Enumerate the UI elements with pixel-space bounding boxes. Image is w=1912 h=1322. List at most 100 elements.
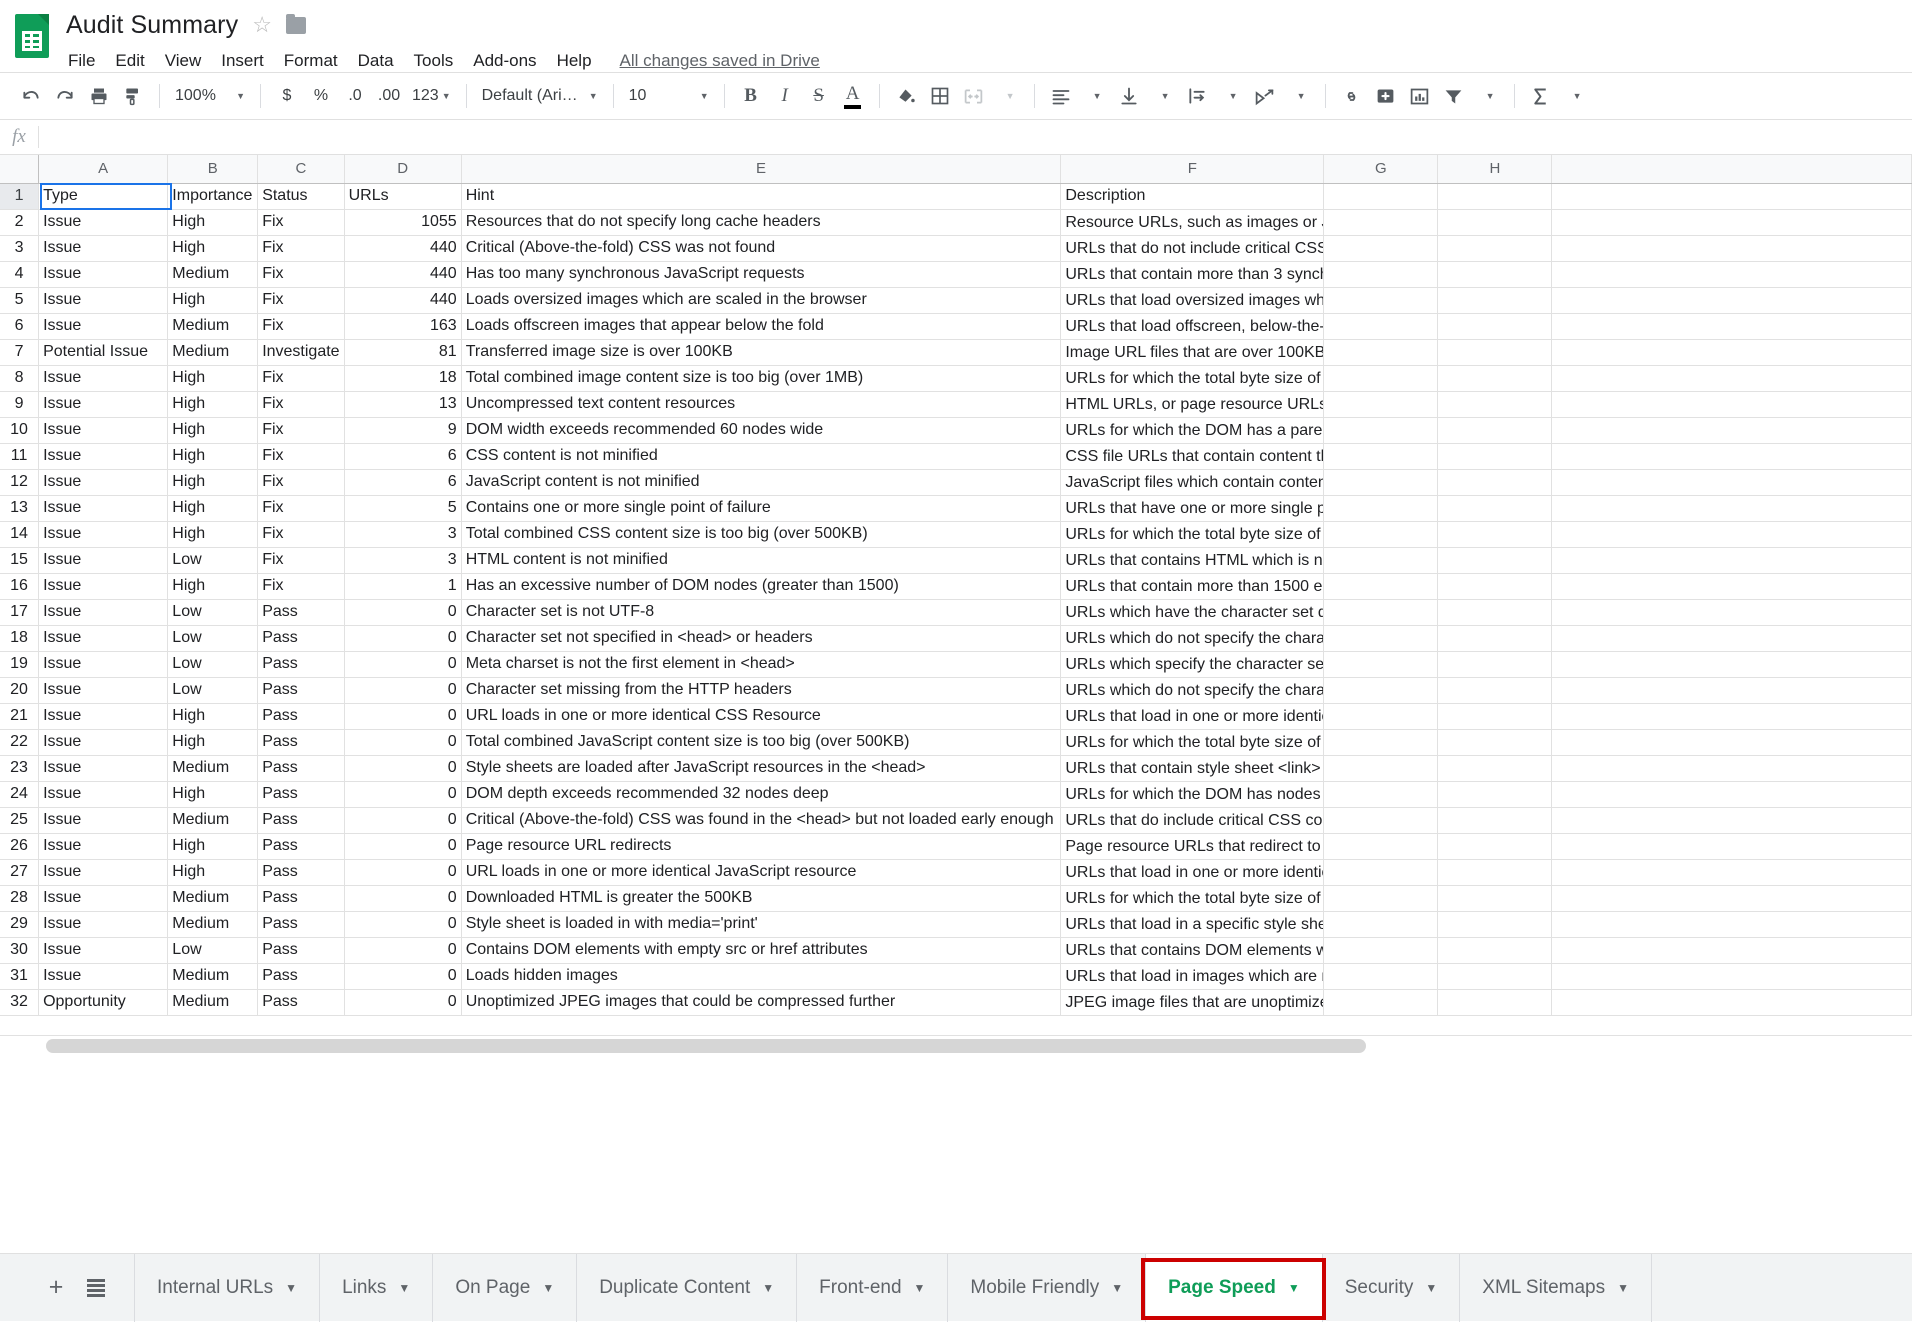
cell-importance[interactable]: Low — [168, 937, 258, 963]
cell-g[interactable] — [1324, 833, 1438, 859]
cell-status[interactable]: Pass — [258, 651, 344, 677]
cell-description[interactable]: URLs that contain more than 1500 element… — [1061, 573, 1324, 599]
cell-a1[interactable]: Type — [39, 183, 168, 209]
cell-type[interactable]: Issue — [39, 911, 168, 937]
cell-description[interactable]: URLs that contains HTML which is not min… — [1061, 547, 1324, 573]
italic-button[interactable]: I — [768, 79, 802, 113]
cell-description[interactable]: URLs that load in images which are not v… — [1061, 963, 1324, 989]
cell-g[interactable] — [1324, 963, 1438, 989]
cell-urls[interactable]: 6 — [344, 469, 461, 495]
row-header-4[interactable]: 4 — [0, 261, 39, 287]
cell-type[interactable]: Issue — [39, 729, 168, 755]
cell-extra[interactable] — [1552, 495, 1912, 521]
cell-importance[interactable]: Low — [168, 651, 258, 677]
sheet-tab-mobile-friendly[interactable]: Mobile Friendly▼ — [947, 1254, 1145, 1322]
cell-importance[interactable]: Low — [168, 547, 258, 573]
cell-hint[interactable]: DOM depth exceeds recommended 32 nodes d… — [461, 781, 1061, 807]
cell-description[interactable]: URLs for which the total byte size of al… — [1061, 729, 1324, 755]
cell-urls[interactable]: 0 — [344, 625, 461, 651]
row-header-29[interactable]: 29 — [0, 911, 39, 937]
functions-dropdown[interactable]: ▼ — [1558, 79, 1592, 113]
cell-h[interactable] — [1438, 339, 1552, 365]
cell-extra[interactable] — [1552, 885, 1912, 911]
more-formats-selector[interactable]: 123 ▼ — [406, 79, 457, 113]
cell-g[interactable] — [1324, 807, 1438, 833]
cell-h[interactable] — [1438, 625, 1552, 651]
row-header-32[interactable]: 32 — [0, 989, 39, 1015]
cell-importance[interactable]: High — [168, 573, 258, 599]
cell-type[interactable]: Issue — [39, 625, 168, 651]
table-row[interactable]: 26IssueHighPass0Page resource URL redire… — [0, 833, 1912, 859]
cell-hint[interactable]: Critical (Above-the-fold) CSS was not fo… — [461, 235, 1061, 261]
cell-h[interactable] — [1438, 729, 1552, 755]
cell-importance[interactable]: High — [168, 495, 258, 521]
cell-type[interactable]: Issue — [39, 807, 168, 833]
sheet-tab-page-speed[interactable]: Page Speed▼ — [1145, 1254, 1322, 1322]
cell-hint[interactable]: Has too many synchronous JavaScript requ… — [461, 261, 1061, 287]
cell-extra[interactable] — [1552, 911, 1912, 937]
row-header-15[interactable]: 15 — [0, 547, 39, 573]
cell-importance[interactable]: Medium — [168, 313, 258, 339]
table-row[interactable]: 23IssueMediumPass0Style sheets are loade… — [0, 755, 1912, 781]
row-header-25[interactable]: 25 — [0, 807, 39, 833]
row-header-6[interactable]: 6 — [0, 313, 39, 339]
cell-h[interactable] — [1438, 599, 1552, 625]
cell-status[interactable]: Pass — [258, 755, 344, 781]
row-header-1[interactable]: 1 — [0, 183, 39, 209]
table-row[interactable]: 7Potential IssueMediumInvestigate81Trans… — [0, 339, 1912, 365]
zoom-selector[interactable]: 100% ▼ — [169, 79, 251, 113]
cell-status[interactable]: Pass — [258, 781, 344, 807]
cell-description[interactable]: URLs that do not include critical CSS co… — [1061, 235, 1324, 261]
cell-hint[interactable]: Uncompressed text content resources — [461, 391, 1061, 417]
table-row[interactable]: 6IssueMediumFix163Loads offscreen images… — [0, 313, 1912, 339]
menu-item-add-ons[interactable]: Add-ons — [463, 48, 546, 74]
column-header-f[interactable]: F — [1061, 155, 1324, 183]
table-row[interactable]: 29IssueMediumPass0Style sheet is loaded … — [0, 911, 1912, 937]
table-row[interactable]: 13IssueHighFix5Contains one or more sing… — [0, 495, 1912, 521]
cell-hint[interactable]: URL loads in one or more identical CSS R… — [461, 703, 1061, 729]
cell-type[interactable]: Issue — [39, 495, 168, 521]
cell-urls[interactable]: 0 — [344, 651, 461, 677]
row-header-17[interactable]: 17 — [0, 599, 39, 625]
table-row[interactable]: 5IssueHighFix440Loads oversized images w… — [0, 287, 1912, 313]
cell-extra[interactable] — [1552, 599, 1912, 625]
table-row[interactable]: 19IssueLowPass0Meta charset is not the f… — [0, 651, 1912, 677]
cell-g[interactable] — [1324, 235, 1438, 261]
cell-type[interactable]: Issue — [39, 209, 168, 235]
cell-type[interactable]: Issue — [39, 391, 168, 417]
cell-h[interactable] — [1438, 937, 1552, 963]
cell-extra[interactable] — [1552, 287, 1912, 313]
text-color-button[interactable]: A — [836, 79, 870, 113]
chevron-down-icon[interactable]: ▼ — [398, 1281, 410, 1295]
table-row[interactable]: 28IssueMediumPass0Downloaded HTML is gre… — [0, 885, 1912, 911]
cell-hint[interactable]: Transferred image size is over 100KB — [461, 339, 1061, 365]
row-header-26[interactable]: 26 — [0, 833, 39, 859]
cell-type[interactable]: Issue — [39, 521, 168, 547]
cell-h[interactable] — [1438, 807, 1552, 833]
vertical-align-icon[interactable] — [1112, 79, 1146, 113]
text-rotation-icon[interactable] — [1248, 79, 1282, 113]
sheet-tab-xml-sitemaps[interactable]: XML Sitemaps▼ — [1459, 1254, 1652, 1322]
chevron-down-icon[interactable]: ▼ — [762, 1281, 774, 1295]
cell-g[interactable] — [1324, 573, 1438, 599]
cell-g[interactable] — [1324, 677, 1438, 703]
cell-type[interactable]: Issue — [39, 313, 168, 339]
text-wrap-icon[interactable] — [1180, 79, 1214, 113]
cell-extra[interactable] — [1552, 677, 1912, 703]
table-row[interactable]: 27IssueHighPass0URL loads in one or more… — [0, 859, 1912, 885]
cell-c1[interactable]: Status — [258, 183, 344, 209]
cell-description[interactable]: HTML URLs, or page resource URLs, that c… — [1061, 391, 1324, 417]
cell-urls[interactable]: 0 — [344, 937, 461, 963]
cell-extra[interactable] — [1552, 391, 1912, 417]
link-icon[interactable] — [1335, 79, 1369, 113]
cell-h[interactable] — [1438, 235, 1552, 261]
cell-status[interactable]: Pass — [258, 859, 344, 885]
cell-extra[interactable] — [1552, 521, 1912, 547]
row-header-19[interactable]: 19 — [0, 651, 39, 677]
page-title[interactable]: Audit Summary — [64, 11, 238, 40]
cell-type[interactable]: Issue — [39, 963, 168, 989]
cell-description[interactable]: Resource URLs, such as images or JavaScr… — [1061, 209, 1324, 235]
cell-extra[interactable] — [1552, 625, 1912, 651]
comment-icon[interactable] — [1369, 79, 1403, 113]
sheet-tab-internal-urls[interactable]: Internal URLs▼ — [134, 1254, 319, 1322]
